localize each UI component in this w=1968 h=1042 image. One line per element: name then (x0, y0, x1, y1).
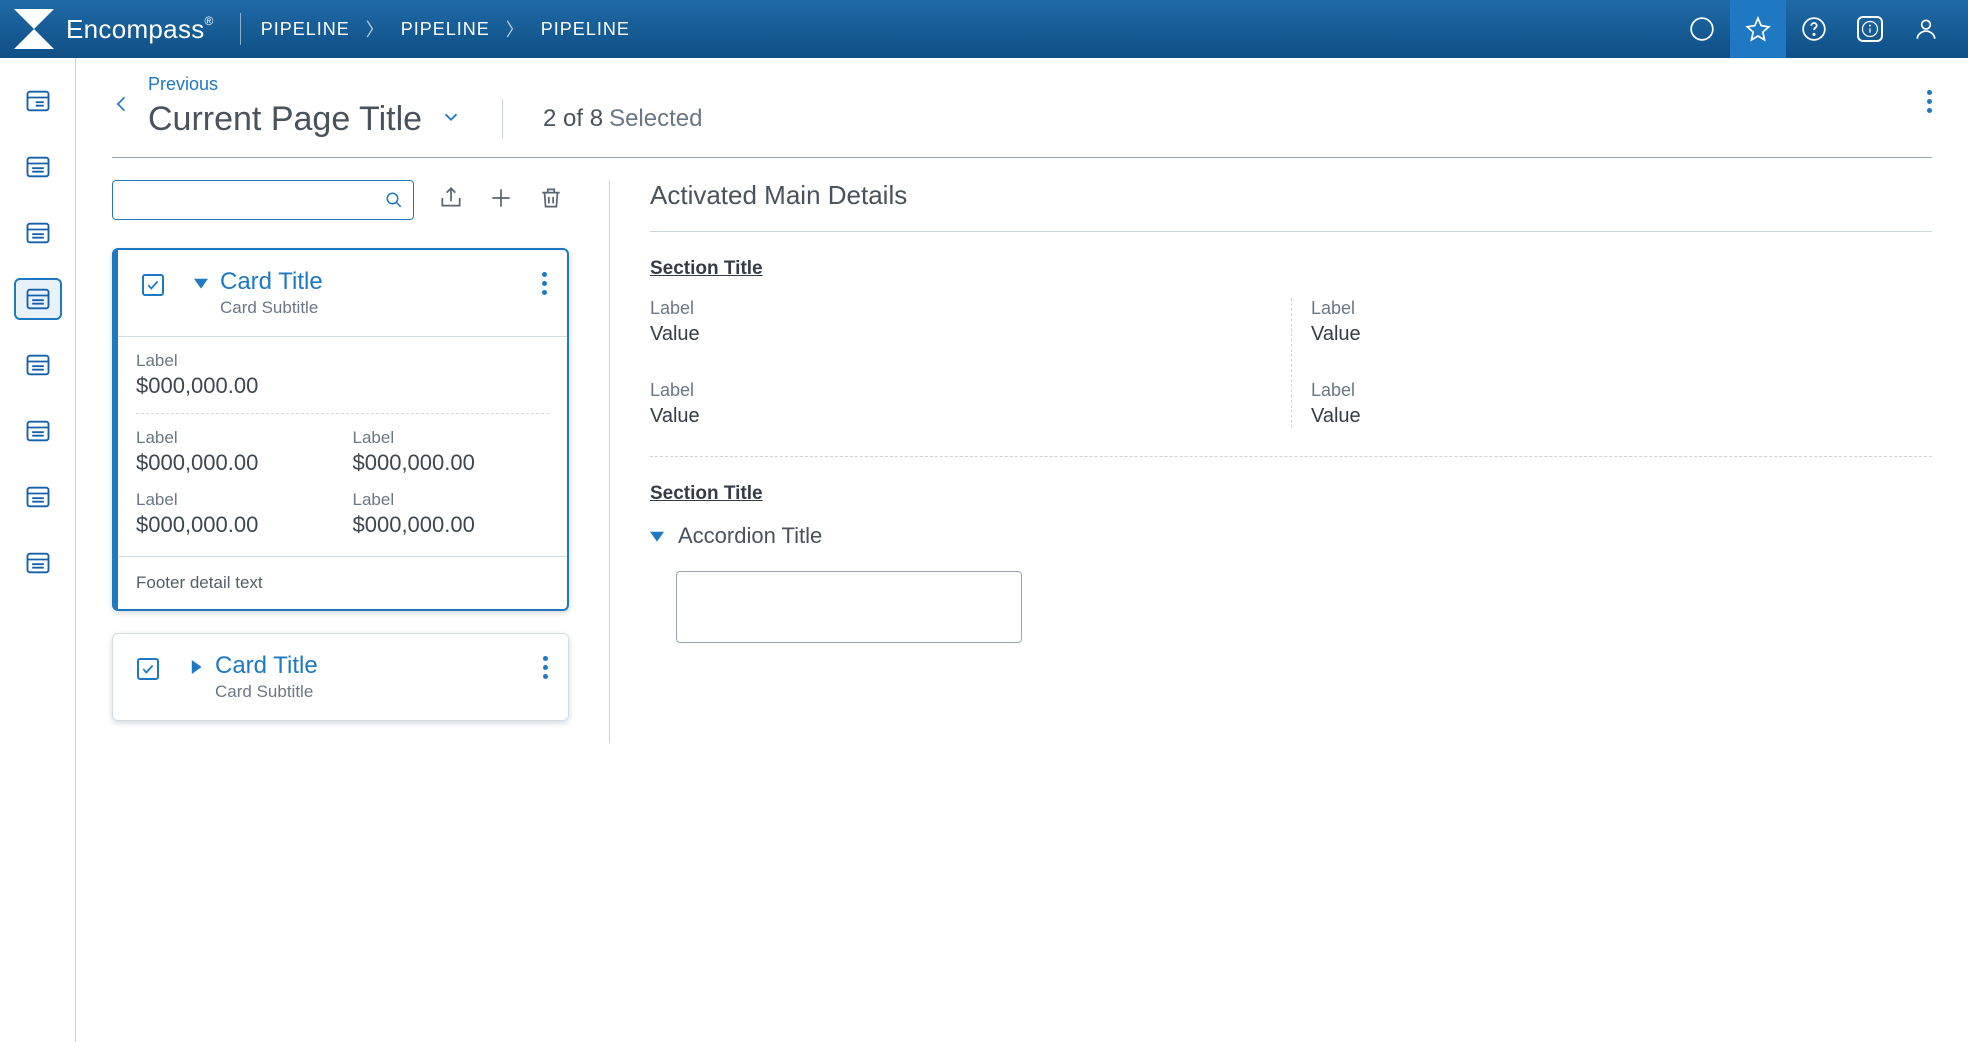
page-title: Current Page Title (148, 100, 422, 139)
chevron-right-icon: 〉 (506, 16, 525, 42)
card-title: Card Title (220, 268, 323, 296)
card-subtitle: Card Subtitle (220, 298, 323, 318)
collapse-toggle[interactable] (194, 276, 208, 295)
section-title: Section Title (650, 258, 1932, 280)
rail-item[interactable] (16, 82, 60, 120)
rail-item[interactable] (16, 214, 60, 252)
field-label: Label (353, 490, 550, 510)
field-value: $000,000.00 (136, 512, 333, 538)
card-title: Card Title (215, 652, 318, 680)
field-value: $000,000.00 (136, 450, 333, 476)
breadcrumb: PIPELINE 〉 PIPELINE 〉 PIPELINE (261, 16, 630, 42)
chevron-down-icon (650, 529, 664, 543)
page-header: Previous Current Page Title 2 of 8Select… (112, 74, 1932, 158)
card-checkbox[interactable] (142, 274, 164, 296)
back-button[interactable] (112, 89, 132, 124)
accordion-title: Accordion Title (678, 523, 822, 549)
card-menu-button[interactable] (542, 272, 547, 295)
user-icon[interactable] (1898, 0, 1954, 58)
card-footer: Footer detail text (118, 556, 567, 609)
card-checkbox[interactable] (137, 658, 159, 680)
field-value: Value (1311, 323, 1932, 346)
chevron-right-icon: 〉 (366, 16, 385, 42)
divider (650, 231, 1932, 232)
list-card[interactable]: Card Title Card Subtitle (112, 633, 569, 721)
rail-item-active[interactable] (16, 280, 60, 318)
breadcrumb-item[interactable]: PIPELINE (541, 19, 630, 40)
title-dropdown[interactable] (440, 106, 462, 133)
divider (240, 13, 241, 45)
add-button[interactable] (488, 185, 514, 216)
export-button[interactable] (438, 185, 464, 216)
nav-rail (0, 58, 76, 1042)
field-value: Value (1311, 405, 1932, 428)
app-header: Encompass® PIPELINE 〉 PIPELINE 〉 PIPELIN… (0, 0, 1968, 58)
star-icon[interactable] (1730, 0, 1786, 58)
breadcrumb-item[interactable]: PIPELINE (401, 19, 490, 40)
search-field[interactable] (123, 190, 385, 210)
circle-icon[interactable] (1674, 0, 1730, 58)
list-card[interactable]: Card Title Card Subtitle Label $000,000.… (112, 248, 569, 611)
delete-button[interactable] (538, 185, 564, 216)
divider (650, 456, 1932, 457)
rail-item[interactable] (16, 544, 60, 582)
page-menu-button[interactable] (1927, 90, 1932, 113)
details-panel: Activated Main Details Section Title Lab… (650, 180, 1932, 743)
rail-item[interactable] (16, 346, 60, 384)
field-label: Label (136, 428, 333, 448)
rail-item[interactable] (16, 148, 60, 186)
details-title: Activated Main Details (650, 180, 1932, 211)
header-actions (1674, 0, 1954, 58)
app-logo[interactable]: Encompass® (14, 9, 214, 49)
help-icon[interactable] (1786, 0, 1842, 58)
logo-icon (14, 9, 54, 49)
field-value: $000,000.00 (353, 450, 550, 476)
field-label: Label (353, 428, 550, 448)
field-label: Label (650, 380, 1271, 401)
field-label: Label (136, 351, 549, 371)
field-value: $000,000.00 (353, 512, 550, 538)
accordion-input[interactable] (676, 571, 1022, 643)
expand-toggle[interactable] (189, 660, 203, 679)
divider (502, 99, 503, 139)
app-name: Encompass® (66, 14, 214, 45)
accordion-toggle[interactable]: Accordion Title (650, 523, 1932, 549)
search-icon (385, 191, 403, 209)
rail-item[interactable] (16, 478, 60, 516)
info-icon[interactable] (1842, 0, 1898, 58)
field-label: Label (1311, 298, 1932, 319)
section-title: Section Title (650, 483, 1932, 505)
breadcrumb-item[interactable]: PIPELINE (261, 19, 350, 40)
field-value: $000,000.00 (136, 373, 549, 399)
card-subtitle: Card Subtitle (215, 682, 318, 702)
field-label: Label (136, 490, 333, 510)
field-label: Label (1311, 380, 1932, 401)
field-value: Value (650, 405, 1271, 428)
field-label: Label (650, 298, 1271, 319)
card-menu-button[interactable] (543, 656, 548, 679)
previous-link[interactable]: Previous (148, 74, 702, 95)
search-input[interactable] (112, 180, 414, 220)
field-value: Value (650, 323, 1271, 346)
divider (136, 413, 549, 414)
selection-count: 2 of 8Selected (543, 105, 702, 133)
rail-item[interactable] (16, 412, 60, 450)
